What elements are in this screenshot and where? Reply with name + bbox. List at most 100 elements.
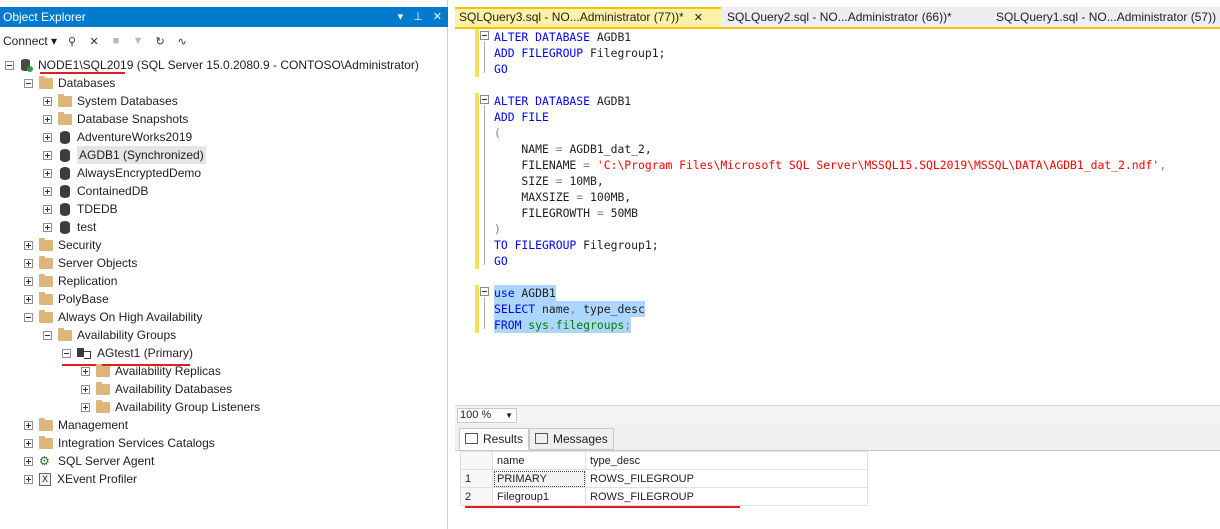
expand-icon[interactable] [43, 168, 52, 178]
server-icon [20, 58, 33, 72]
filter-icon[interactable]: ▼ [131, 34, 145, 48]
tab-sqlquery3[interactable]: SQLQuery3.sql - NO...Administrator (77))… [455, 7, 721, 27]
database-icon [60, 202, 70, 216]
expand-icon[interactable] [81, 366, 90, 376]
tree-node-security[interactable]: Security [24, 236, 101, 254]
folder-icon [96, 399, 110, 413]
window-position-icon[interactable]: ▾ [398, 7, 404, 27]
table-cell[interactable]: PRIMARY [492, 469, 586, 488]
expand-icon[interactable] [24, 294, 33, 304]
tab-label: SQLQuery2.sql - NO...Administrator (66))… [727, 10, 952, 24]
tree-node-xevent-profiler[interactable]: X XEvent Profiler [24, 470, 137, 488]
stop-icon[interactable]: ■ [109, 34, 123, 48]
expand-icon[interactable] [24, 456, 33, 466]
results-grid[interactable]: name type_desc 1 PRIMARY ROWS_FILEGROUP … [460, 451, 868, 506]
table-cell[interactable]: ROWS_FILEGROUP [585, 469, 868, 488]
tree-node-label: Integration Services Catalogs [58, 436, 215, 450]
tree-node-database[interactable]: test [43, 218, 96, 236]
connect-button[interactable]: Connect ▾ [3, 34, 57, 48]
collapse-icon[interactable] [24, 78, 33, 88]
expand-icon[interactable] [43, 114, 52, 124]
expand-icon[interactable] [24, 276, 33, 286]
disconnect-icon[interactable]: ✕ [87, 34, 101, 48]
tree-node-integration-services[interactable]: Integration Services Catalogs [24, 434, 215, 452]
folder-icon [39, 435, 53, 449]
expand-icon[interactable] [24, 438, 33, 448]
expand-icon[interactable] [43, 222, 52, 232]
fold-icon[interactable] [480, 31, 489, 40]
fold-icon[interactable] [480, 287, 489, 296]
refresh-icon[interactable]: ↻ [153, 34, 167, 48]
close-tab-icon[interactable]: ✕ [694, 12, 703, 24]
tab-label: SQLQuery3.sql - NO...Administrator (77))… [459, 10, 684, 24]
tree-node-database[interactable]: ContainedDB [43, 182, 148, 200]
folder-icon [58, 93, 72, 107]
tab-sqlquery1[interactable]: SQLQuery1.sql - NO...Administrator (57)) [992, 7, 1220, 27]
availability-group-icon [77, 347, 91, 359]
expand-icon[interactable] [24, 420, 33, 430]
expand-icon[interactable] [24, 258, 33, 268]
tree-node-server-objects[interactable]: Server Objects [24, 254, 137, 272]
change-marker [475, 285, 479, 333]
tree-node-availability-group-listeners[interactable]: Availability Group Listeners [81, 398, 260, 416]
expand-icon[interactable] [43, 186, 52, 196]
collapse-icon[interactable] [62, 348, 71, 358]
connect-icon[interactable]: ⚲ [65, 34, 79, 48]
expand-icon[interactable] [43, 204, 52, 214]
tree-node-availability-group[interactable]: AGtest1 (Primary) [62, 344, 193, 362]
column-header[interactable]: type_desc [585, 451, 868, 470]
object-explorer-panel: Object Explorer ▾ ⊥ ✕ Connect ▾ ⚲ ✕ ■ ▼ … [0, 0, 448, 529]
expand-icon[interactable] [43, 132, 52, 142]
tree-node-polybase[interactable]: PolyBase [24, 290, 109, 308]
tree-node-database-selected[interactable]: AGDB1 (Synchronized) [43, 146, 206, 164]
expand-icon[interactable] [81, 384, 90, 394]
tree-node-system-databases[interactable]: System Databases [43, 92, 178, 110]
collapse-icon[interactable] [24, 312, 33, 322]
pin-icon[interactable]: ⊥ [413, 7, 423, 27]
close-icon[interactable]: ✕ [433, 7, 442, 27]
tree-node-always-on[interactable]: Always On High Availability [24, 308, 203, 326]
tree-node-database-snapshots[interactable]: Database Snapshots [43, 110, 188, 128]
tree-node-database[interactable]: TDEDB [43, 200, 118, 218]
collapse-icon[interactable] [5, 60, 14, 70]
expand-icon[interactable] [43, 150, 52, 160]
tree-node-label: AdventureWorks2019 [77, 130, 193, 144]
identifier: NAME [494, 142, 556, 156]
tree-node-databases[interactable]: Databases [24, 74, 115, 92]
collapse-icon[interactable] [43, 330, 52, 340]
table-row[interactable]: 1 PRIMARY ROWS_FILEGROUP [460, 469, 868, 488]
operator: ( [494, 126, 501, 140]
tree-node-replication[interactable]: Replication [24, 272, 117, 290]
zoom-dropdown[interactable]: 100 % ▼ [457, 408, 517, 423]
tree-node-availability-replicas[interactable]: Availability Replicas [81, 362, 221, 380]
tree-node-sql-server-agent[interactable]: ⚙ SQL Server Agent [24, 452, 154, 470]
fold-icon[interactable] [480, 95, 489, 104]
row-header-corner[interactable] [460, 451, 493, 470]
query-editor[interactable]: ALTER DATABASE AGDB1 ADD FILEGROUP Fileg… [455, 29, 1220, 405]
expand-icon[interactable] [43, 96, 52, 106]
zoom-value: 100 % [460, 409, 492, 421]
table-cell[interactable]: Filegroup1 [492, 487, 586, 506]
tab-messages[interactable]: Messages [529, 428, 614, 450]
tree-node-label: Availability Databases [115, 382, 233, 396]
tab-sqlquery2[interactable]: SQLQuery2.sql - NO...Administrator (66))… [723, 7, 983, 27]
change-marker [475, 93, 479, 269]
row-number[interactable]: 2 [460, 487, 493, 506]
agent-icon: ⚙ [39, 453, 50, 468]
table-cell[interactable]: ROWS_FILEGROUP [585, 487, 868, 506]
row-number[interactable]: 1 [460, 469, 493, 488]
xevent-icon: X [39, 472, 51, 486]
expand-icon[interactable] [81, 402, 90, 412]
tree-node-label: Security [58, 238, 102, 252]
expand-icon[interactable] [24, 474, 33, 484]
tree-node-management[interactable]: Management [24, 416, 128, 434]
tree-node-availability-groups[interactable]: Availability Groups [43, 326, 176, 344]
tree-node-availability-databases[interactable]: Availability Databases [81, 380, 232, 398]
tree-node-database[interactable]: AdventureWorks2019 [43, 128, 192, 146]
expand-icon[interactable] [24, 240, 33, 250]
activity-monitor-icon[interactable]: ∿ [175, 34, 189, 48]
tree-node-database[interactable]: AlwaysEncryptedDemo [43, 164, 201, 182]
column-header[interactable]: name [492, 451, 586, 470]
table-row[interactable]: 2 Filegroup1 ROWS_FILEGROUP [460, 487, 868, 506]
tab-results[interactable]: Results [459, 428, 530, 450]
